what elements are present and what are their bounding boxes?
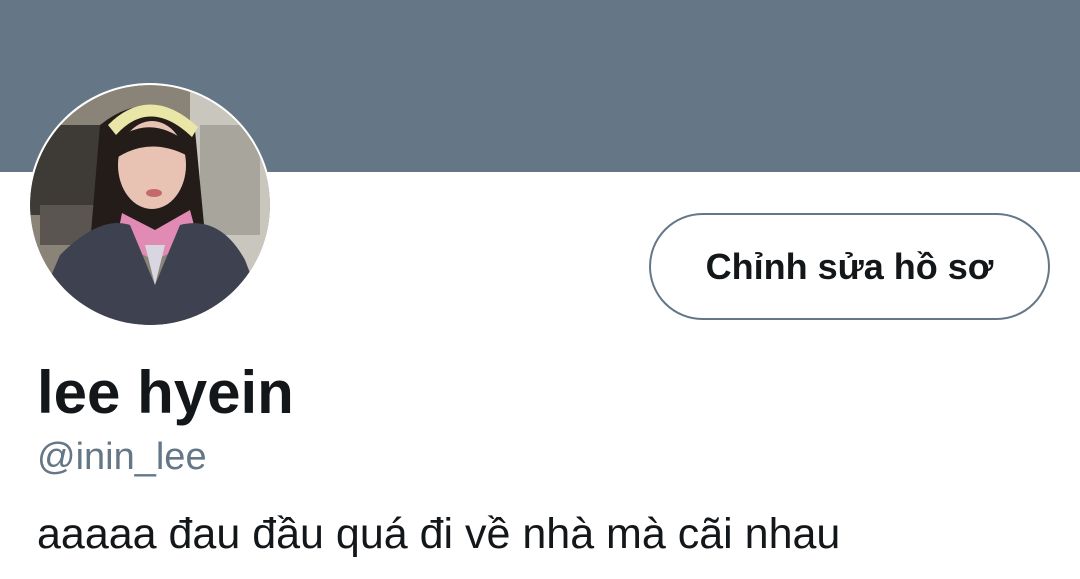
username-handle: @inin_lee — [37, 436, 207, 478]
profile-page: Chỉnh sửa hồ sơ lee hyein @inin_lee aaaa… — [0, 0, 1080, 579]
profile-photo-icon — [30, 85, 270, 325]
display-name: lee hyein — [37, 359, 294, 426]
avatar[interactable] — [28, 83, 272, 327]
edit-profile-button[interactable]: Chỉnh sửa hồ sơ — [649, 213, 1050, 320]
profile-bio: aaaaa đau đầu quá đi về nhà mà cãi nhau — [37, 510, 841, 558]
